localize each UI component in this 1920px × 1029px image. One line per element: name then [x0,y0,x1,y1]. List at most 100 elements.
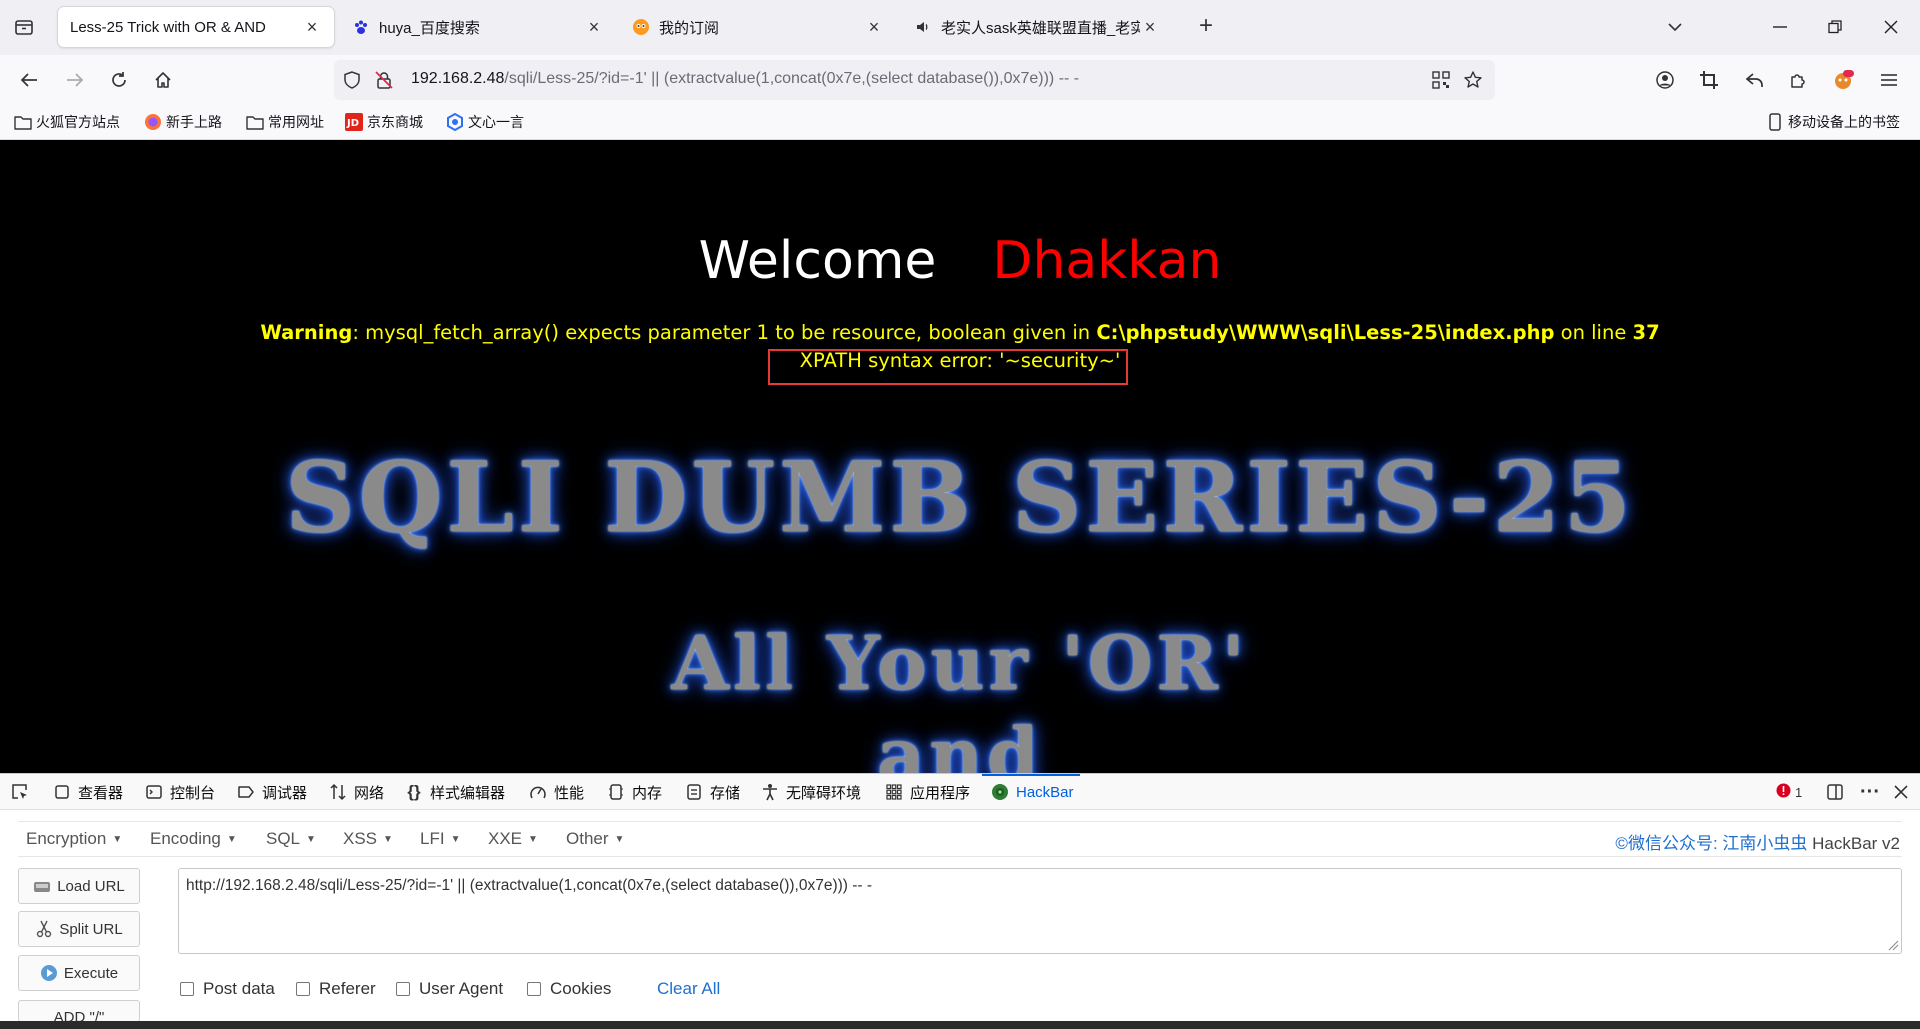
bookmark-getting-started[interactable]: 新手上路 [144,112,222,132]
inspector-icon [52,782,72,802]
dock-toggle-icon[interactable] [1826,782,1844,802]
url-path: /sqli/Less-25/?id=-1' || (extractvalue(1… [504,70,1080,87]
resize-grip-icon[interactable] [1887,939,1899,951]
reload-icon[interactable] [104,65,134,95]
crop-screenshot-icon[interactable] [1694,65,1724,95]
tracking-shield-icon[interactable] [342,70,362,94]
tab-list-icon[interactable] [12,16,36,38]
new-tab-button[interactable]: + [1193,14,1219,40]
forward-icon[interactable] [60,65,90,95]
tab-performance[interactable]: 性能 [528,774,584,810]
bookmark-common-sites[interactable]: 常用网址 [246,112,324,132]
tab-huya-search[interactable]: huya_百度搜索 × [340,7,616,47]
menu-label: SQL [266,829,301,848]
minimize-icon[interactable] [1765,12,1795,42]
menu-xss[interactable]: XSS ▼ [343,829,393,849]
home-icon[interactable] [148,65,178,95]
tab-console[interactable]: 控制台 [144,774,215,810]
user-agent-checkbox[interactable]: User Agent [396,979,503,999]
menu-label: Encryption [26,829,107,848]
tab-label: 无障碍环境 [786,784,862,802]
tab-label: 控制台 [170,784,216,802]
menu-label: Encoding [150,829,221,848]
tab-label: 查看器 [78,784,124,802]
close-tab-icon[interactable]: × [584,17,604,37]
tab-less-25[interactable]: Less-25 Trick with OR & AND × [58,7,334,47]
load-url-button[interactable]: Load URL [18,868,140,904]
tab-label: 存储 [710,784,741,802]
tab-accessibility[interactable]: 无障碍环境 [760,774,861,810]
url-host: 192.168.2.48 [411,70,505,87]
menu-encoding[interactable]: Encoding ▼ [150,829,237,849]
tab-style-editor[interactable]: {} 样式编辑器 [404,774,505,810]
tab-application[interactable]: 应用程序 [884,774,970,810]
jd-icon: JD [345,113,363,131]
tab-network[interactable]: 网络 [328,774,384,810]
warning-label: Warning [260,321,353,344]
close-devtools-icon[interactable] [1894,782,1908,802]
tab-label: 样式编辑器 [430,784,506,802]
insecure-lock-icon[interactable] [374,70,394,94]
back-icon[interactable] [14,65,44,95]
brand-version: HackBar v2 [1807,834,1900,853]
menu-other[interactable]: Other ▼ [566,829,624,849]
post-data-checkbox[interactable]: Post data [180,979,275,999]
bookmark-jd[interactable]: JD 京东商城 [345,112,423,132]
bookmark-star-icon[interactable] [1462,69,1484,91]
tab-inspector[interactable]: 查看器 [52,774,123,810]
restore-icon[interactable] [1820,12,1850,42]
firefox-icon [144,113,162,131]
element-picker-icon [10,782,30,802]
split-url-button[interactable]: Split URL [18,911,140,947]
url-text[interactable]: 192.168.2.48/sqli/Less-25/?id=-1' || (ex… [411,70,1079,88]
close-window-icon[interactable] [1876,12,1906,42]
element-picker-button[interactable] [10,774,36,810]
error-count[interactable]: 1 [1776,782,1802,802]
caret-down-icon: ▼ [226,834,237,846]
menu-label: XXE [488,829,523,848]
chevron-down-icon[interactable] [1660,12,1690,42]
execute-button[interactable]: Execute [18,955,140,991]
close-tab-icon[interactable]: × [302,17,322,37]
menu-sql[interactable]: SQL ▼ [266,829,316,849]
url-bar[interactable]: 192.168.2.48/sqli/Less-25/?id=-1' || (ex… [334,60,1495,100]
warning-online: on line [1554,321,1633,344]
more-options-icon[interactable]: ··· [1860,781,1880,803]
checkbox-box[interactable] [180,982,194,996]
tab-debugger[interactable]: 调试器 [236,774,307,810]
tab-storage[interactable]: 存储 [684,774,740,810]
account-icon[interactable] [1650,65,1680,95]
tab-subscriptions[interactable]: 我的订阅 × [620,7,896,47]
tab-hackbar[interactable]: HackBar [982,774,1080,810]
checkbox-box[interactable] [527,982,541,996]
close-tab-icon[interactable]: × [864,17,884,37]
hamburger-menu-icon[interactable] [1874,65,1904,95]
menu-encryption[interactable]: Encryption ▼ [26,829,122,849]
checkbox-box[interactable] [296,982,310,996]
qr-code-icon[interactable] [1430,69,1452,91]
fox-extension-icon[interactable] [1828,65,1858,95]
close-tab-icon[interactable]: × [1140,17,1160,37]
bookmark-mobile[interactable]: 移动设备上的书签 [1766,112,1900,132]
bookmark-firefox-official[interactable]: 火狐官方站点 [14,112,120,132]
bookmark-wenxin[interactable]: 文心一言 [446,112,524,132]
speaker-icon[interactable] [914,18,932,36]
undo-arrow-icon[interactable] [1740,65,1770,95]
referer-checkbox[interactable]: Referer [296,979,376,999]
clear-all-link[interactable]: Clear All [657,979,720,999]
extensions-icon[interactable] [1784,65,1814,95]
tab-live-stream[interactable]: 老实人sask英雄联盟直播_老实人 × [902,7,1172,47]
devtools-tabbar: 查看器 控制台 调试器 网络 {} 样式编辑器 性能 内存 存储 无障碍环境 应… [0,774,1920,810]
url-textarea-value: http://192.168.2.48/sqli/Less-25/?id=-1'… [186,877,873,894]
menu-lfi[interactable]: LFI ▼ [420,829,460,849]
gauge-icon [528,782,548,802]
add-slash-button[interactable]: ADD "/" [18,1000,140,1022]
tab-memory[interactable]: 内存 [606,774,662,810]
url-textarea[interactable]: http://192.168.2.48/sqli/Less-25/?id=-1'… [178,868,1902,954]
warning-line: 37 [1632,321,1660,344]
menu-xxe[interactable]: XXE ▼ [488,829,538,849]
cookies-checkbox[interactable]: Cookies [527,979,611,999]
hackbar-brand: ©微信公众号: 江南小虫虫 HackBar v2 [1615,829,1900,854]
checkbox-box[interactable] [396,982,410,996]
folder-icon [246,113,264,131]
